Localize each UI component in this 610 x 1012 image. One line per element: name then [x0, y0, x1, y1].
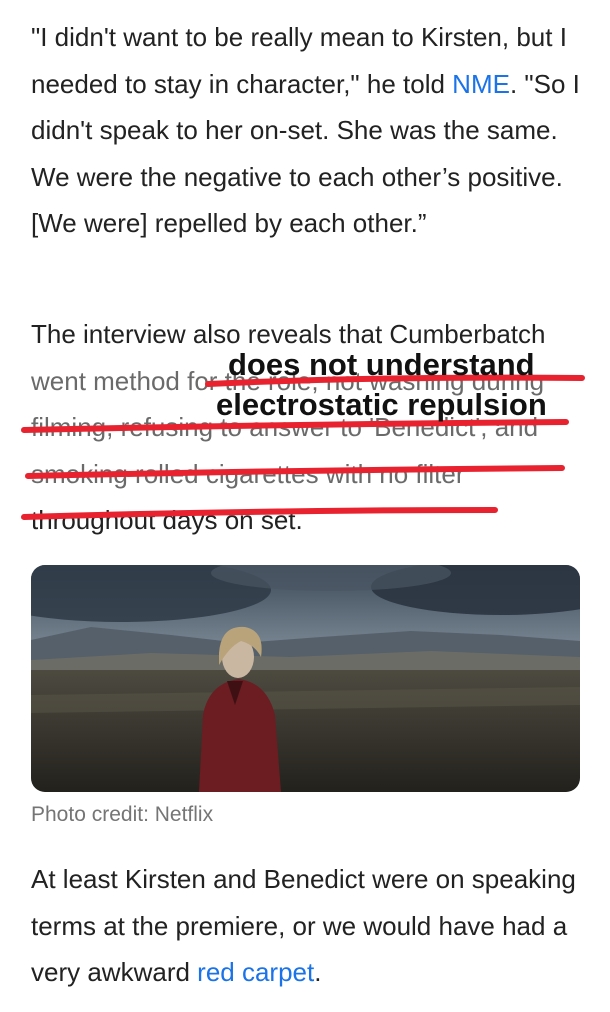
red-carpet-link[interactable]: red carpet — [197, 957, 314, 987]
article-photo — [31, 565, 580, 792]
nme-link[interactable]: NME — [452, 69, 510, 99]
photo-credit: Photo credit: Netflix — [31, 803, 214, 826]
struck-through-text: went method for the role, not washing du… — [31, 365, 545, 489]
interview-text-end: throughout days on set. — [31, 505, 303, 535]
photo-scene — [31, 565, 580, 792]
closing-paragraph: At least Kirsten and Benedict were on sp… — [31, 856, 583, 996]
closing-text-end: . — [314, 957, 322, 987]
interview-text-start: The interview also reveals that Cumberba… — [31, 319, 546, 349]
quote-paragraph: "I didn't want to be really mean to Kirs… — [31, 14, 583, 247]
interview-paragraph: The interview also reveals that Cumberba… — [31, 311, 583, 544]
